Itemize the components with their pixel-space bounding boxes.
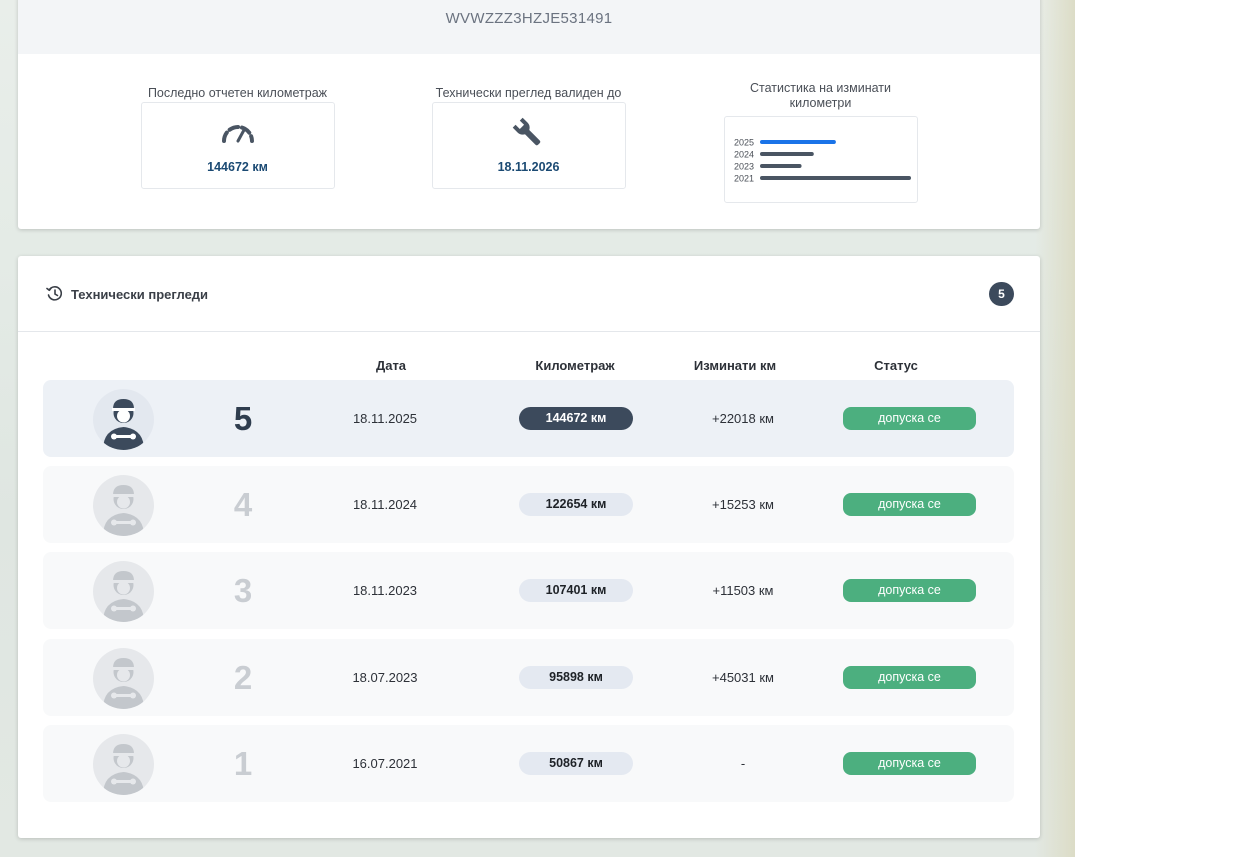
column-header-mileage: Километраж xyxy=(535,358,615,373)
status-badge: допуска се xyxy=(843,493,976,516)
chart-tick-label: 2021 xyxy=(734,174,754,184)
mileage-pill: 95898 км xyxy=(519,666,633,689)
mileage-pill: 144672 км xyxy=(519,407,633,430)
mechanic-avatar-icon xyxy=(93,648,154,709)
inspection-history-card: Технически прегледи 5 Дата Километраж Из… xyxy=(18,256,1040,838)
mileage-pill: 50867 км xyxy=(519,752,633,775)
status-badge: допуска се xyxy=(843,752,976,775)
inspection-number: 1 xyxy=(233,745,253,782)
column-header-diff: Изминати км xyxy=(693,358,777,373)
km-chart: 2025 2024 2023 2021 xyxy=(734,138,911,184)
column-header-status: Статус xyxy=(874,358,918,373)
mileage-stat-label: Последно отчетен километраж xyxy=(147,86,328,100)
km-difference: - xyxy=(740,756,746,771)
mechanic-avatar-icon xyxy=(93,389,154,450)
inspection-date: 18.07.2023 xyxy=(352,670,418,685)
inspection-number: 2 xyxy=(233,659,253,696)
inspection-number: 3 xyxy=(233,572,253,609)
inspection-stat-box: 18.11.2026 xyxy=(431,102,626,189)
table-row[interactable]: 1 16.07.2021 50867 км - допуска се xyxy=(43,725,1014,802)
inspection-number: 5 xyxy=(233,400,253,437)
inspection-number: 4 xyxy=(233,486,253,523)
km-difference: +15253 км xyxy=(712,497,774,512)
inspection-stat: Технически преглед валиден до 18.11.2026 xyxy=(431,86,626,189)
mileage-pill: 122654 км xyxy=(519,493,633,516)
history-icon xyxy=(46,285,63,307)
table-row[interactable]: 5 18.11.2025 144672 км +22018 км допуска се xyxy=(43,380,1014,457)
mechanic-avatar-icon xyxy=(93,475,154,536)
status-badge: допуска се xyxy=(843,666,976,689)
mileage-stat: Последно отчетен километраж 144672 км xyxy=(140,86,335,189)
column-header-date: Дата xyxy=(375,358,407,373)
mechanic-avatar-icon xyxy=(93,561,154,622)
status-badge: допуска се xyxy=(843,579,976,602)
inspection-date: 18.11.2024 xyxy=(352,497,418,512)
history-count-badge: 5 xyxy=(989,282,1014,306)
mileage-stat-value: 144672 км xyxy=(207,160,268,174)
mechanic-avatar-icon xyxy=(93,734,154,795)
table-row[interactable]: 4 18.11.2024 122654 км +15253 км допуска се xyxy=(43,466,1014,543)
history-title: Технически прегледи xyxy=(71,287,209,302)
chart-tick-label: 2025 xyxy=(734,138,754,148)
table-row[interactable]: 3 18.11.2023 107401 км +11503 км допуска се xyxy=(43,552,1014,629)
inspection-date: 16.07.2021 xyxy=(352,756,418,771)
chart-tick-label: 2023 xyxy=(734,162,754,172)
status-badge: допуска се xyxy=(843,407,976,430)
km-chart-box: 2025 2024 2023 2021 xyxy=(723,116,918,203)
history-header: Технически прегледи 5 xyxy=(18,256,1040,332)
vehicle-summary-card: WVWZZZ3HZJE531491 Последно отчетен килом… xyxy=(18,0,1040,229)
km-difference: +11503 км xyxy=(712,583,774,598)
table-row[interactable]: 2 18.07.2023 95898 км +45031 км допуска се xyxy=(43,639,1014,716)
inspection-date: 18.11.2025 xyxy=(352,411,418,426)
vin-strip: WVWZZZ3HZJE531491 xyxy=(18,0,1040,54)
inspection-stat-value: 18.11.2026 xyxy=(497,160,560,174)
km-difference: +45031 км xyxy=(712,670,774,685)
mileage-pill: 107401 км xyxy=(519,579,633,602)
km-chart-stat: Статистика на изминати километри 2025 202… xyxy=(723,81,918,203)
inspection-stat-label: Технически преглед валиден до xyxy=(435,86,622,100)
chart-tick-label: 2024 xyxy=(734,150,754,160)
km-difference: +22018 км xyxy=(712,411,774,426)
wrench-icon xyxy=(433,116,625,157)
inspection-date: 18.11.2023 xyxy=(352,583,418,598)
speedometer-icon xyxy=(142,119,334,150)
vin-number: WVWZZZ3HZJE531491 xyxy=(445,10,613,27)
mileage-stat-box: 144672 км xyxy=(140,102,335,189)
km-chart-label: Статистика на изминати километри xyxy=(749,81,892,110)
